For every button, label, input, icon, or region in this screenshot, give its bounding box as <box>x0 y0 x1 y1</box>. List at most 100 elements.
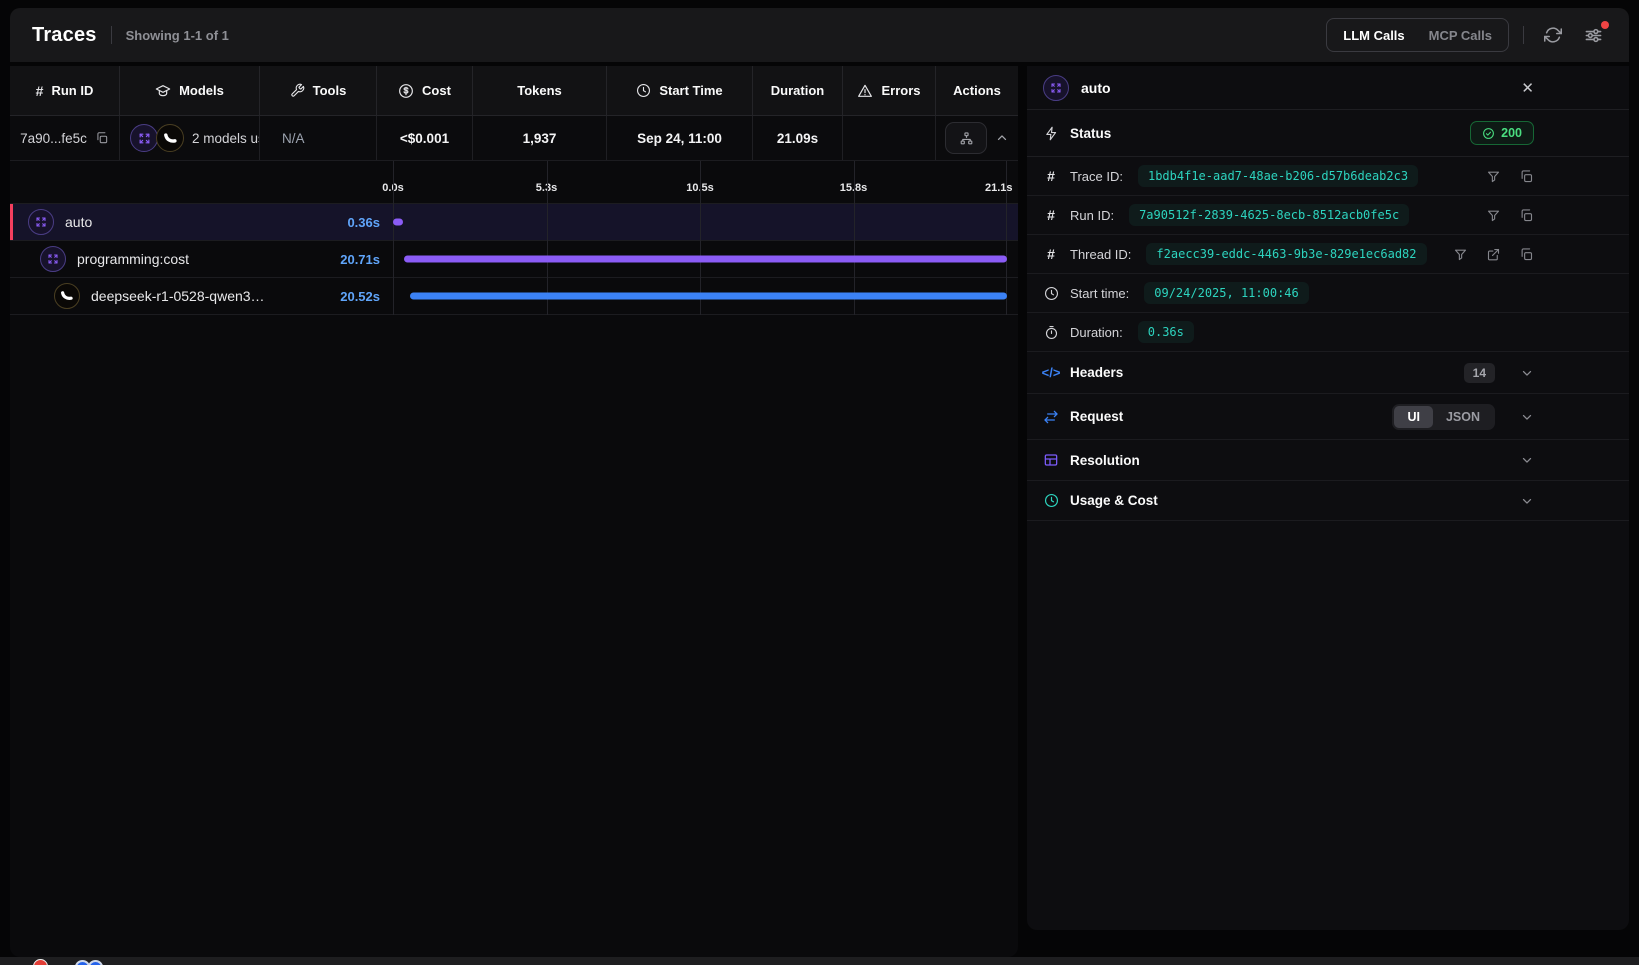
col-label: Models <box>179 83 224 98</box>
col-label: Tokens <box>517 83 562 98</box>
copy-icon[interactable] <box>1519 247 1534 262</box>
col-tools[interactable]: Tools <box>260 66 377 115</box>
timeline-rows: auto 0.36s programming:cost 20.71s deeps… <box>10 203 1018 315</box>
divider <box>1523 26 1524 44</box>
swap-arrows-icon <box>1043 409 1059 425</box>
timeline-row-programming-cost[interactable]: programming:cost 20.71s <box>10 241 1018 278</box>
section-label: Request <box>1070 409 1123 424</box>
timeline-bar[interactable] <box>393 219 403 226</box>
cell-cost: <$0.001 <box>377 116 473 160</box>
col-start-time[interactable]: Start Time <box>607 66 753 115</box>
status-code: 200 <box>1501 126 1522 140</box>
run-id-value[interactable]: 7a90512f-2839-4625-8ecb-8512acb0fe5c <box>1129 204 1409 226</box>
duration-value: 21.09s <box>777 131 818 146</box>
close-icon[interactable]: ✕ <box>1521 79 1534 97</box>
field-label: Thread ID: <box>1070 247 1131 262</box>
col-label: Start Time <box>659 83 722 98</box>
toggle-ui[interactable]: UI <box>1394 406 1433 428</box>
headers-count-badge: 14 <box>1464 363 1495 383</box>
span-duration: 20.71s <box>306 252 380 267</box>
code-icon: </> <box>1043 365 1059 380</box>
request-section[interactable]: Request UI JSON <box>1027 394 1629 440</box>
col-run-id[interactable]: # Run ID <box>10 66 120 115</box>
table-row[interactable]: 7a90...fe5c 2 models used N/A <$0.001 1,… <box>10 115 1018 161</box>
timeline-bar[interactable] <box>410 293 1007 300</box>
thread-id-value[interactable]: f2aecc39-eddc-4463-9b3e-829e1ec6ad82 <box>1146 243 1426 265</box>
col-cost[interactable]: Cost <box>377 66 473 115</box>
headers-section[interactable]: </> Headers 14 <box>1027 352 1629 394</box>
chevron-down-icon[interactable] <box>1520 494 1534 508</box>
filter-funnel-icon[interactable] <box>1486 208 1501 223</box>
clock-icon <box>1043 493 1059 508</box>
timeline-bar[interactable] <box>404 256 1007 263</box>
hash-icon: # <box>1043 207 1059 223</box>
copy-icon[interactable] <box>1519 208 1534 223</box>
span-duration: 20.52s <box>306 289 380 304</box>
col-models[interactable]: Models <box>120 66 260 115</box>
section-label: Resolution <box>1070 453 1140 468</box>
copy-icon[interactable] <box>1519 169 1534 184</box>
duration-row: Duration: 0.36s <box>1027 313 1629 352</box>
deepseek-avatar <box>54 283 80 309</box>
dock-goggles-icon <box>75 960 107 965</box>
trace-id-value[interactable]: 1bdb4f1e-aad7-48ae-b206-d57b6deab2c3 <box>1138 165 1418 187</box>
clock-icon <box>1043 286 1059 301</box>
thread-id-row: # Thread ID: f2aecc39-eddc-4463-9b3e-829… <box>1027 235 1629 274</box>
panel-header: auto ✕ <box>1027 66 1629 110</box>
row-actions <box>1486 169 1534 184</box>
timeline-row-deepseek[interactable]: deepseek-r1-0528-qwen3… 20.52s <box>10 278 1018 315</box>
chevron-down-icon[interactable] <box>1520 366 1534 380</box>
bar-track <box>393 241 1007 277</box>
col-actions: Actions <box>936 66 1018 115</box>
run-id-row: # Run ID: 7a90512f-2839-4625-8ecb-8512ac… <box>1027 196 1629 235</box>
tab-llm-calls[interactable]: LLM Calls <box>1333 22 1414 49</box>
col-tokens[interactable]: Tokens <box>473 66 607 115</box>
span-duration: 0.36s <box>306 215 380 230</box>
cost-value: <$0.001 <box>400 131 449 146</box>
axis-tick: 15.8s <box>840 182 868 194</box>
span-label: deepseek-r1-0528-qwen3… <box>91 288 265 304</box>
trace-tree-button[interactable] <box>945 122 987 154</box>
col-errors[interactable]: Errors <box>843 66 936 115</box>
tools-value: N/A <box>282 131 305 146</box>
panel-title: auto <box>1081 80 1111 96</box>
col-label: Duration <box>771 83 824 98</box>
tab-mcp-calls[interactable]: MCP Calls <box>1419 22 1502 49</box>
cell-errors <box>843 116 936 160</box>
models-summary: 2 models used <box>192 131 260 146</box>
filters-button[interactable] <box>1578 20 1609 51</box>
axis-tick: 5.3s <box>536 182 557 194</box>
chevron-up-icon[interactable] <box>995 131 1009 145</box>
notification-dot <box>1601 21 1609 29</box>
external-link-icon[interactable] <box>1486 247 1501 262</box>
hash-icon: # <box>1043 246 1059 262</box>
status-label: Status <box>1070 126 1111 141</box>
sliders-icon <box>1584 26 1603 45</box>
calls-toggle: LLM Calls MCP Calls <box>1326 18 1509 52</box>
col-label: Cost <box>422 83 451 98</box>
divider <box>111 26 112 44</box>
page-title: Traces <box>32 24 97 47</box>
results-count: Showing 1-1 of 1 <box>126 28 229 43</box>
resolution-section[interactable]: Resolution <box>1027 440 1629 481</box>
refresh-button[interactable] <box>1538 20 1568 50</box>
filter-funnel-icon[interactable] <box>1486 169 1501 184</box>
col-label: Actions <box>953 83 1001 98</box>
warning-triangle-icon <box>857 83 873 99</box>
cell-start-time: Sep 24, 11:00 <box>607 116 753 160</box>
chevron-down-icon[interactable] <box>1520 410 1534 424</box>
copy-icon[interactable] <box>95 131 109 145</box>
trace-timeline: 0.0s 5.3s 10.5s 15.8s 21.1s auto 0.36s p… <box>10 161 1018 315</box>
deepseek-avatar <box>156 124 184 152</box>
filter-funnel-icon[interactable] <box>1453 247 1468 262</box>
timeline-row-auto[interactable]: auto 0.36s <box>10 204 1018 241</box>
topbar-actions: LLM Calls MCP Calls <box>1326 18 1609 52</box>
chevron-down-icon[interactable] <box>1520 453 1534 467</box>
cell-tools: N/A <box>260 116 377 160</box>
col-duration[interactable]: Duration <box>753 66 843 115</box>
timeline-axis: 0.0s 5.3s 10.5s 15.8s 21.1s <box>10 161 1018 203</box>
start-time-value: Sep 24, 11:00 <box>637 131 722 146</box>
bar-track <box>393 204 1007 240</box>
usage-cost-section[interactable]: Usage & Cost <box>1027 481 1629 521</box>
toggle-json[interactable]: JSON <box>1433 406 1493 428</box>
